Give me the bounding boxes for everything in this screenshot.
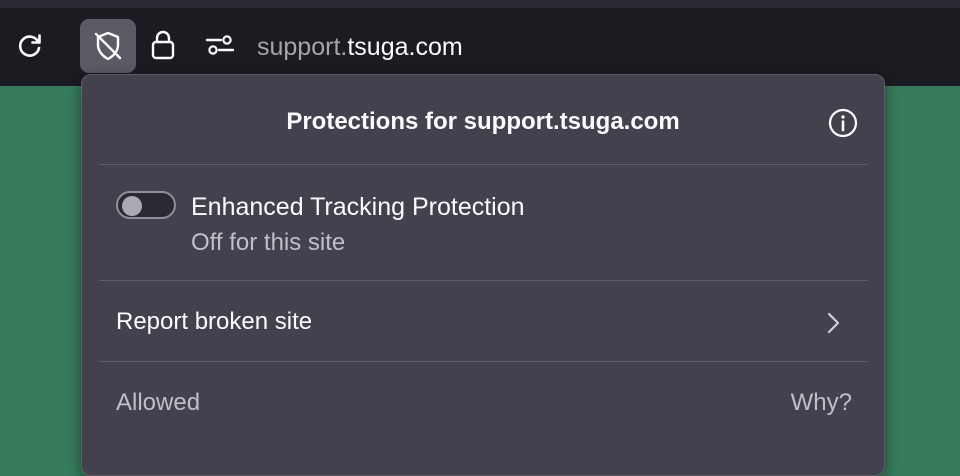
reload-icon [18,34,41,57]
protections-panel: Protections for support.tsuga.com Enhanc… [81,74,885,476]
site-permissions-button[interactable] [196,22,244,68]
separator [99,361,867,362]
tracking-protection-toggle[interactable] [116,191,176,219]
allowed-section-heading: Allowed [116,389,201,416]
site-security-button[interactable] [140,22,186,68]
tracking-protection-button[interactable] [80,19,136,73]
report-broken-site-label: Report broken site [116,308,313,335]
panel-title: Protections for support.tsuga.com [286,108,680,135]
url-subdomain: support. [257,33,348,61]
separator [99,164,867,165]
info-button[interactable] [826,106,860,140]
permissions-icon [205,35,235,55]
reload-button[interactable] [8,22,52,68]
toolbar-top-border [0,0,960,8]
url-text[interactable]: support.tsuga.com [257,30,463,64]
tracking-protection-status: Off for this site [191,229,346,256]
chevron-right-icon [827,312,840,334]
why-link[interactable]: Why? [791,387,852,419]
report-broken-site-button[interactable]: Report broken site [99,282,867,362]
toggle-knob [122,196,142,216]
url-domain: tsuga.com [347,33,463,61]
separator [99,280,867,281]
lock-icon [151,30,175,60]
info-icon [828,108,858,138]
tracking-protection-label: Enhanced Tracking Protection [191,193,525,221]
shield-off-icon [94,31,122,61]
